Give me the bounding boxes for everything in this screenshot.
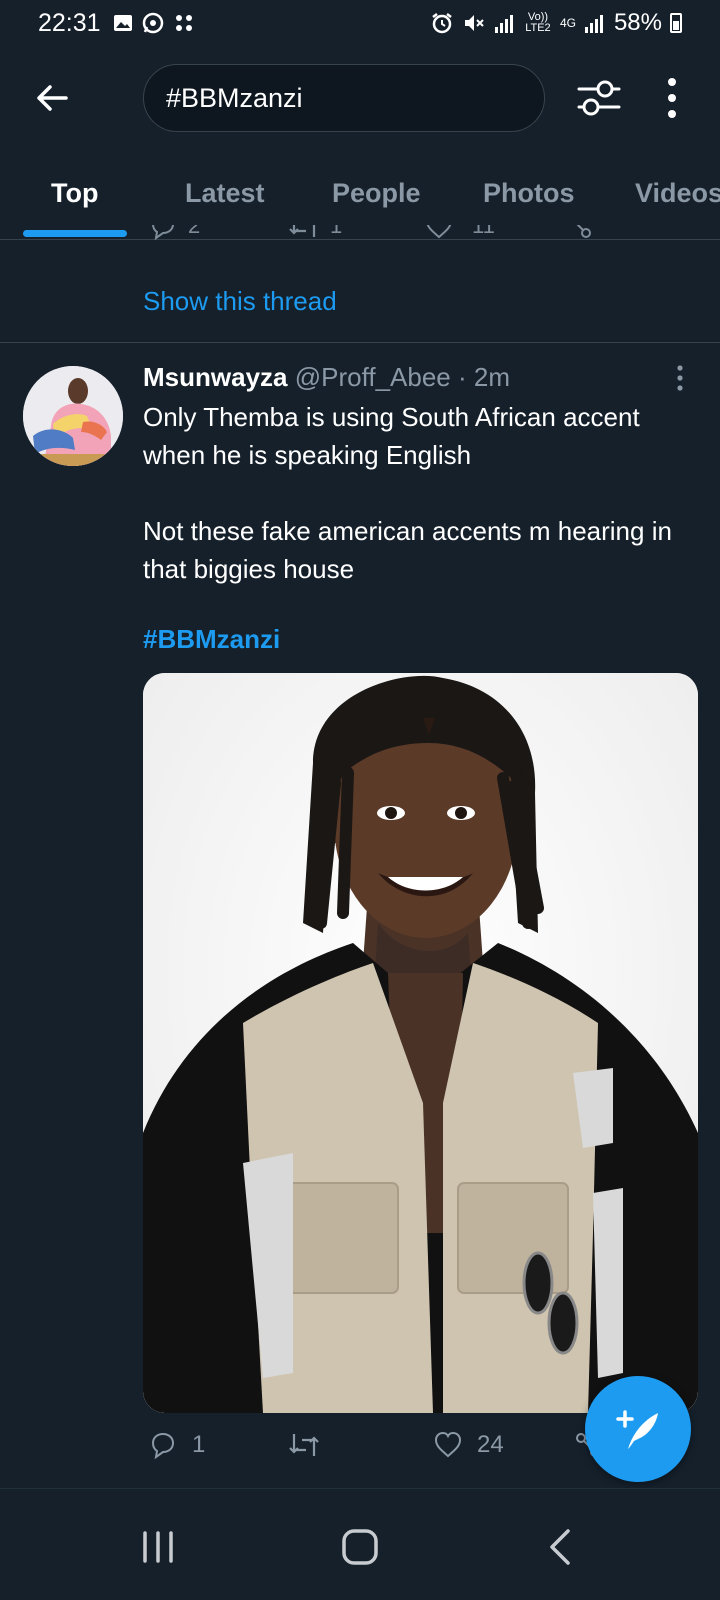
reply-icon — [151, 1432, 175, 1460]
compose-tweet-button[interactable] — [585, 1376, 691, 1482]
search-input[interactable]: #BBMzanzi — [143, 64, 545, 132]
reply-count: 1 — [192, 1431, 206, 1458]
tweet-timestamp: 2m — [473, 362, 511, 392]
previous-tweet-actions: 2 1 11 — [140, 225, 660, 255]
tweet-separator: · — [457, 362, 467, 392]
avatar[interactable] — [23, 366, 123, 466]
tweet-more-icon[interactable] — [670, 364, 690, 392]
status-bar: 22:31 Vo)) LTE2 4G 58% — [0, 0, 720, 46]
like-count: 24 — [477, 1431, 504, 1458]
battery-icon — [670, 13, 682, 33]
tab-videos[interactable]: Videos — [635, 178, 720, 209]
retweet-icon — [289, 1434, 319, 1456]
tweet-body: Only Themba is using South African accen… — [143, 398, 703, 626]
tweet-text-paragraph: Not these fake american accents m hearin… — [143, 516, 672, 584]
back-icon[interactable] — [540, 1525, 584, 1569]
like-button[interactable]: 24 — [433, 1430, 504, 1460]
tweet-author-name[interactable]: Msunwayza — [143, 362, 288, 392]
recent-apps-icon[interactable] — [136, 1525, 180, 1569]
alarm-icon — [432, 13, 452, 34]
search-filter-icon[interactable] — [575, 74, 623, 122]
signal-icon — [494, 15, 513, 33]
previous-like-count: 11 — [472, 225, 495, 238]
retweet-icon[interactable] — [288, 225, 320, 241]
like-icon[interactable] — [424, 225, 454, 241]
back-arrow-icon[interactable] — [30, 76, 74, 120]
search-header: #BBMzanzi — [0, 58, 720, 138]
reply-button[interactable]: 1 — [148, 1430, 205, 1460]
tweet-text-paragraph: Only Themba is using South African accen… — [143, 402, 640, 470]
active-tab-indicator — [23, 230, 127, 237]
network-label: 4G — [559, 16, 576, 30]
signal-icon — [584, 15, 603, 33]
app-notification-icon — [175, 15, 192, 31]
reply-icon[interactable] — [148, 225, 178, 241]
tweet-author-handle[interactable]: @Proff_Abee — [295, 362, 451, 392]
retweet-button[interactable] — [288, 1430, 320, 1460]
previous-reply-count: 2 — [188, 225, 201, 238]
volte-label: Vo)) LTE2 — [525, 11, 551, 34]
previous-retweet-count: 1 — [330, 225, 343, 238]
more-options-icon[interactable] — [660, 74, 684, 122]
person-photo — [143, 673, 698, 1413]
whatsapp-icon — [142, 12, 163, 34]
tab-top[interactable]: Top — [51, 178, 98, 209]
mute-icon — [464, 15, 484, 31]
tweet-divider — [0, 342, 720, 343]
tweet-header: Msunwayza @Proff_Abee · 2m — [143, 362, 510, 393]
tab-latest[interactable]: Latest — [185, 178, 265, 209]
system-navigation-bar — [0, 1488, 720, 1600]
tab-people[interactable]: People — [332, 178, 421, 209]
battery-percent: 58% — [613, 9, 662, 36]
home-icon[interactable] — [338, 1525, 382, 1569]
tweet-media-image[interactable] — [143, 673, 698, 1413]
tab-photos[interactable]: Photos — [483, 178, 575, 209]
status-time: 22:31 — [38, 8, 101, 37]
avatar-image — [23, 366, 123, 466]
share-icon[interactable] — [564, 225, 594, 241]
image-icon — [113, 15, 132, 31]
tweet-hashtag-link[interactable]: #BBMzanzi — [143, 624, 280, 655]
search-input-value: #BBMzanzi — [166, 82, 303, 113]
compose-feather-icon — [616, 1410, 658, 1449]
like-icon — [434, 1431, 462, 1458]
show-this-thread-link[interactable]: Show this thread — [143, 286, 337, 317]
